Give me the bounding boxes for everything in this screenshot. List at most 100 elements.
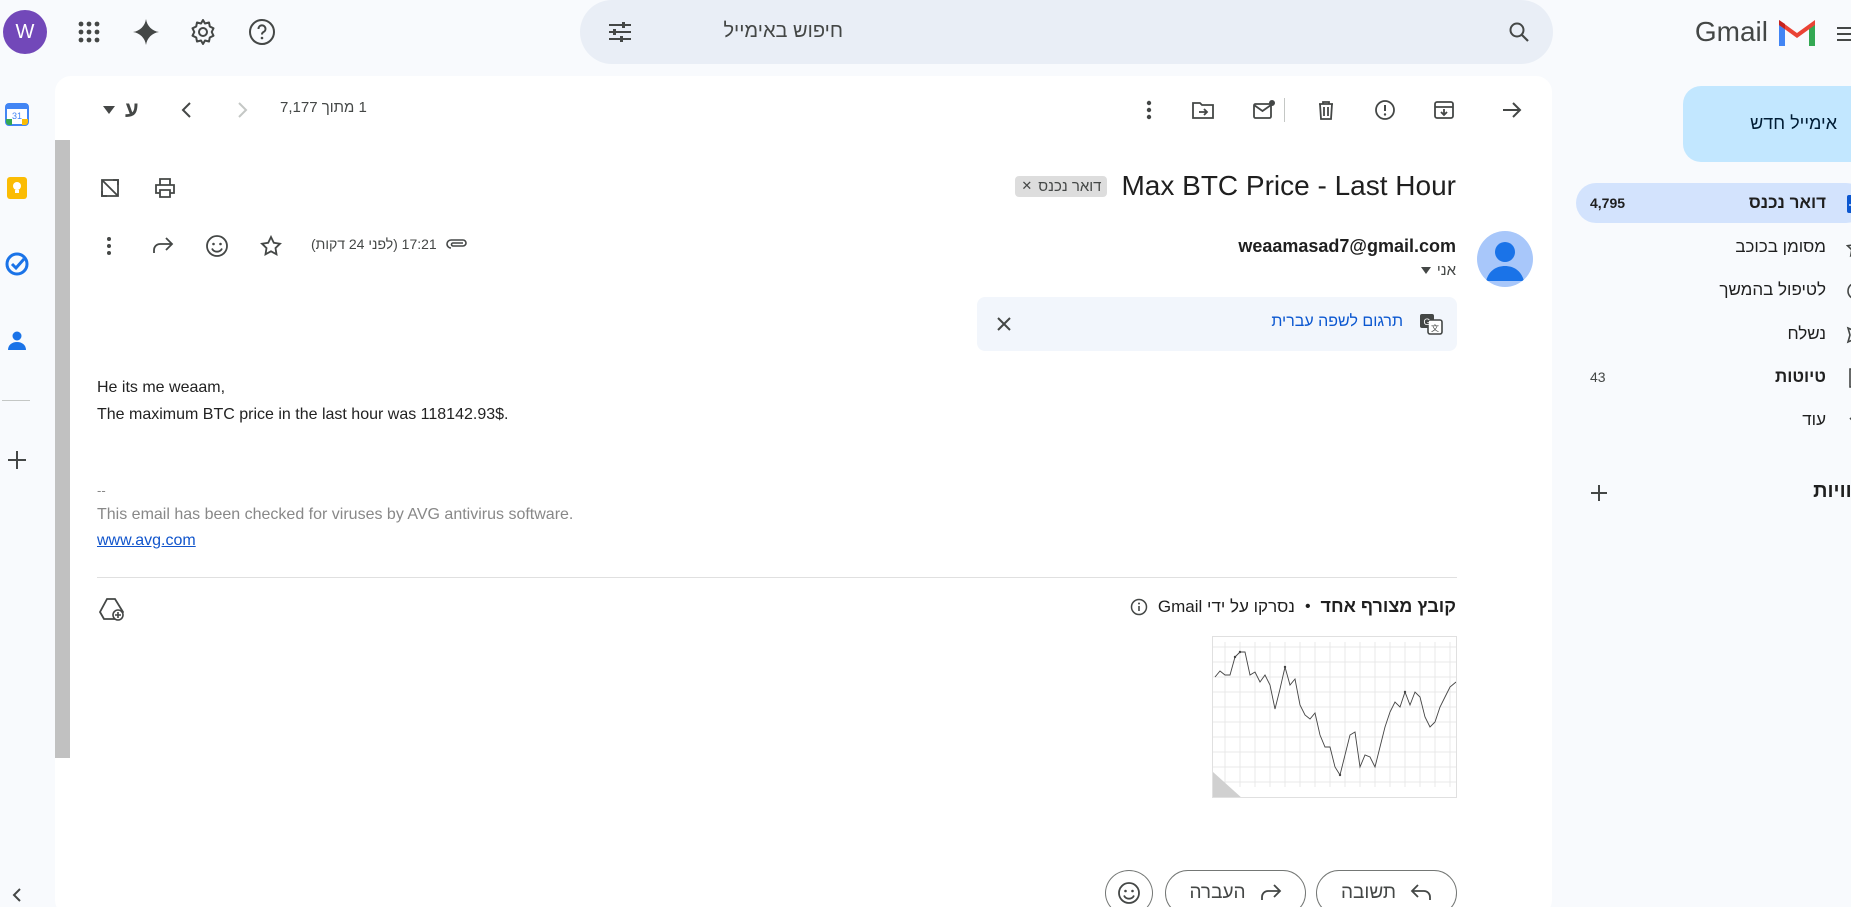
search-icon[interactable]	[1499, 12, 1539, 52]
collapse-side-panel-icon[interactable]	[8, 886, 26, 904]
drafts-count: 43	[1590, 369, 1606, 385]
body-line: The maximum BTC price in the last hour w…	[97, 406, 509, 423]
gemini-sparkle-icon[interactable]	[126, 12, 166, 52]
signature: -- This email has been checked for virus…	[97, 480, 573, 554]
signature-dash: --	[97, 483, 106, 498]
toolbar-separator	[1284, 98, 1285, 122]
email-time-text: 17:21 (לפני 24 דקות)	[311, 236, 437, 252]
chevron-down-icon	[1849, 417, 1851, 421]
compose-label: אימייל חדש	[1750, 113, 1837, 133]
more-options-icon[interactable]	[1129, 90, 1169, 130]
sender-avatar[interactable]	[1477, 231, 1533, 287]
sidebar-item-inbox[interactable]: 4,795 דואר נכנס	[1576, 183, 1851, 223]
sidebar-item-label: עוד	[1802, 410, 1826, 429]
forward-arrow-icon[interactable]	[143, 226, 183, 266]
delete-icon[interactable]	[1306, 90, 1346, 130]
back-arrow-icon[interactable]	[1492, 90, 1532, 130]
attachments-title: קובץ מצורף אחד	[1320, 596, 1456, 616]
avatar-letter: W	[15, 20, 35, 43]
older-chevron-icon[interactable]	[169, 92, 205, 128]
message-more-icon[interactable]	[91, 226, 127, 266]
recipient-toggle[interactable]: אני	[1420, 262, 1456, 279]
svg-text:文: 文	[1431, 323, 1439, 333]
search-options-icon[interactable]	[600, 12, 640, 52]
sidebar-item-more[interactable]: עוד	[1576, 400, 1851, 440]
gmail-logo-text: Gmail	[1694, 16, 1768, 47]
gmail-logo[interactable]: Gmail	[1678, 12, 1818, 52]
search-input[interactable]: חיפוש באימייל	[723, 20, 843, 43]
inbox-icon	[1847, 195, 1851, 213]
help-icon[interactable]	[242, 12, 282, 52]
attachment-clip-icon	[445, 239, 467, 249]
sidebar-item-label: נשלח	[1787, 324, 1826, 343]
contacts-icon[interactable]	[5, 328, 29, 352]
move-to-folder-icon[interactable]	[1183, 90, 1223, 130]
sidebar-item-drafts[interactable]: 43 טיוטות	[1576, 357, 1851, 397]
create-label-icon[interactable]	[1584, 478, 1614, 508]
labels-heading: תוויות	[1576, 478, 1851, 508]
avg-link[interactable]: www.avg.com	[97, 528, 573, 554]
keep-icon[interactable]	[5, 176, 29, 200]
svg-text:G: G	[1423, 317, 1430, 327]
input-tools-toggle[interactable]: ע	[103, 94, 163, 126]
caret-down-icon	[1420, 267, 1431, 274]
sidebar-item-snoozed[interactable]: לטיפול בהמשך	[1576, 270, 1851, 310]
side-panel-divider	[2, 400, 30, 401]
add-to-drive-icon[interactable]	[95, 592, 129, 626]
sidebar-item-label: דואר נכנס	[1748, 193, 1826, 212]
star-message-icon[interactable]	[251, 226, 291, 266]
sidebar-item-label: מסומן בכוכב	[1735, 237, 1826, 256]
pagination-text: 1 מתוך 7,177	[280, 99, 367, 116]
signature-text: This email has been checked for viruses …	[97, 506, 574, 523]
sender-email[interactable]: weaamasad7@gmail.com	[1238, 236, 1456, 257]
attachments-divider	[97, 577, 1457, 578]
sidebar-item-starred[interactable]: מסומן בכוכב	[1576, 227, 1851, 267]
btc-chart-thumbnail-image	[1213, 637, 1456, 797]
compose-button[interactable]: אימייל חדש	[1683, 86, 1851, 162]
main-panel: 1 מתוך 7,177 ע Max BTC Price - Last Hour…	[55, 76, 1552, 907]
emoji-icon	[1118, 882, 1140, 904]
apps-grid-icon[interactable]	[69, 12, 109, 52]
main-menu-icon[interactable]	[1826, 14, 1851, 54]
get-addons-icon[interactable]	[5, 448, 29, 472]
emoji-react-icon[interactable]	[197, 226, 237, 266]
forward-label: העברה	[1189, 882, 1246, 903]
calendar-icon[interactable]: 31	[5, 102, 29, 126]
account-avatar[interactable]: W	[3, 10, 47, 54]
report-spam-icon[interactable]	[1365, 90, 1405, 130]
inbox-count: 4,795	[1590, 195, 1626, 211]
sidebar-item-label: טיוטות	[1775, 367, 1826, 386]
email-body: He its me weaam, The maximum BTC price i…	[97, 374, 997, 428]
newer-chevron-icon[interactable]	[224, 92, 260, 128]
sidebar-item-sent[interactable]: נשלח	[1576, 314, 1851, 354]
scanned-by-text: נסרקו על ידי Gmail	[1157, 596, 1295, 616]
forward-button[interactable]: העברה	[1165, 870, 1306, 907]
info-icon[interactable]	[1130, 598, 1148, 616]
emoji-reply-button[interactable]	[1105, 870, 1153, 907]
reply-button[interactable]: תשובה	[1316, 870, 1457, 907]
reply-label: תשובה	[1341, 882, 1396, 903]
forward-arrow-icon	[1260, 884, 1281, 900]
close-icon[interactable]	[989, 309, 1019, 339]
email-subject: Max BTC Price - Last Hour	[1121, 170, 1456, 201]
default-user-icon	[1486, 242, 1524, 281]
body-line: He its me weaam,	[97, 379, 226, 396]
label-chip: דואר נכנס ✕	[1015, 175, 1108, 197]
print-icon[interactable]	[145, 168, 185, 208]
remove-label-icon[interactable]: ✕	[1021, 178, 1032, 194]
google-translate-icon: G文	[1420, 314, 1443, 335]
label-chip-text: דואר נכנס	[1038, 177, 1102, 195]
send-icon	[1846, 326, 1851, 344]
scrollbar[interactable]	[55, 140, 70, 758]
search-bar[interactable]: חיפוש באימייל	[580, 0, 1553, 64]
email-time: 17:21 (לפני 24 דקות)	[311, 236, 469, 252]
settings-gear-icon[interactable]	[183, 12, 223, 52]
input-tool-letter: ע	[125, 97, 139, 122]
translate-link[interactable]: תרגום לשפה עברית	[1271, 313, 1403, 331]
attachment-thumbnail[interactable]	[1212, 636, 1457, 798]
recipient-text: אני	[1436, 262, 1456, 279]
mark-unread-icon[interactable]	[1244, 90, 1284, 130]
open-in-new-window-icon[interactable]	[90, 168, 130, 208]
archive-icon[interactable]	[1424, 90, 1464, 130]
tasks-icon[interactable]	[5, 252, 29, 276]
